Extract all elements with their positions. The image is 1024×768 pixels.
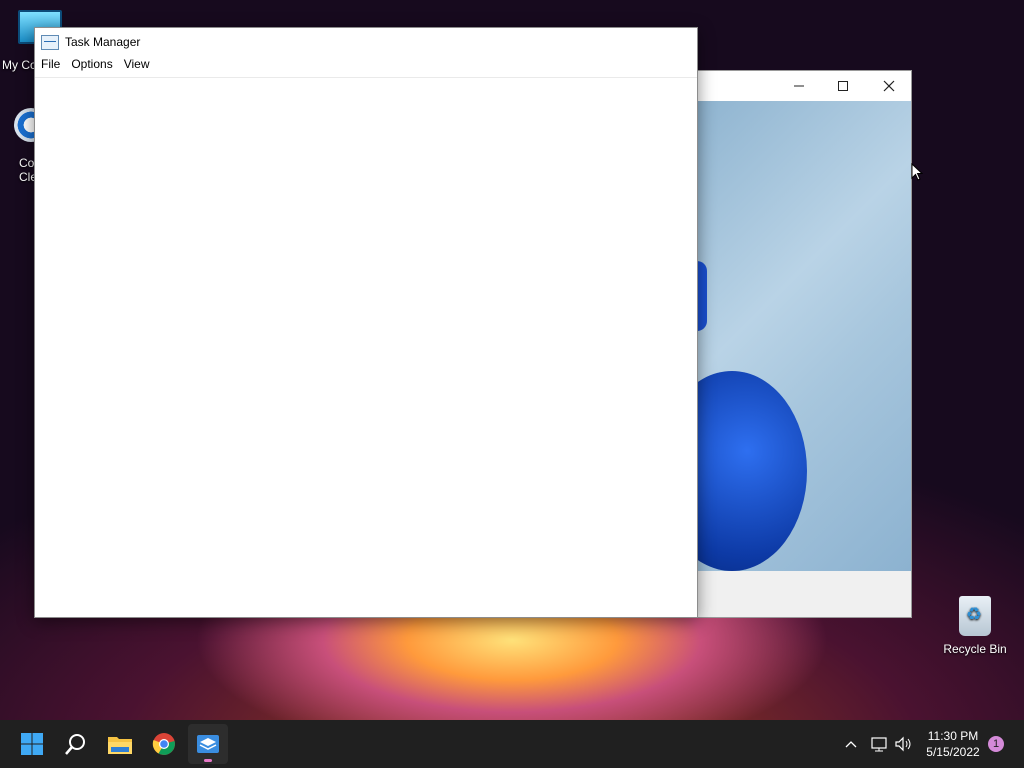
minimize-icon (794, 85, 804, 87)
maximize-button[interactable] (821, 71, 865, 101)
menu-view[interactable]: View (120, 56, 157, 76)
file-explorer-button[interactable] (100, 724, 140, 764)
menu-options[interactable]: Options (67, 56, 119, 76)
task-manager-window[interactable]: Task Manager File Options View (34, 27, 698, 618)
volume-tray-button[interactable] (894, 720, 914, 768)
window-title: Task Manager (65, 35, 141, 49)
task-manager-taskbar-button[interactable] (188, 724, 228, 764)
network-tray-button[interactable] (870, 720, 890, 768)
search-button[interactable] (56, 724, 96, 764)
active-app-indicator (204, 759, 212, 762)
task-manager-icon (41, 34, 59, 50)
recycle-bin-icon: ♻ (959, 596, 991, 636)
task-manager-titlebar[interactable]: Task Manager (35, 28, 697, 56)
task-manager-content (35, 78, 697, 618)
photos-titlebar[interactable] (697, 71, 911, 101)
minimize-button[interactable] (777, 71, 821, 101)
mouse-cursor-icon (911, 162, 924, 186)
notification-badge[interactable]: 1 (988, 736, 1004, 752)
chrome-icon (152, 733, 175, 755)
wallpaper-preview-image (697, 101, 911, 571)
start-icon (21, 733, 43, 755)
menu-file[interactable]: File (37, 56, 67, 76)
clock-time: 11:30 PM (927, 729, 979, 743)
volume-icon (895, 736, 911, 752)
photos-window[interactable] (696, 70, 912, 618)
recycle-bin-desktop-icon[interactable]: ♻ Recycle Bin (940, 596, 1010, 656)
search-icon (65, 734, 85, 755)
file-explorer-icon (108, 737, 132, 754)
recycle-bin-label: Recycle Bin (943, 642, 1007, 656)
desktop: My Co Co Cle ♻ Recycle Bin Task Manager … (0, 0, 1024, 720)
close-icon (883, 80, 895, 92)
taskbar-clock[interactable]: 11:30 PM 5/15/2022 (918, 728, 988, 760)
chrome-button[interactable] (144, 724, 184, 764)
show-hidden-icons-button[interactable] (842, 720, 860, 768)
task-manager-icon (197, 735, 219, 753)
maximize-icon (838, 81, 848, 91)
taskbar: 11:30 PM 5/15/2022 (0, 720, 1024, 768)
menu-bar: File Options View (35, 56, 697, 76)
network-icon (871, 737, 887, 752)
clock-date: 5/15/2022 (926, 745, 980, 759)
chevron-up-icon (845, 741, 857, 748)
my-computer-label: My Co (2, 58, 37, 72)
start-button[interactable] (12, 724, 52, 764)
close-button[interactable] (867, 71, 911, 101)
